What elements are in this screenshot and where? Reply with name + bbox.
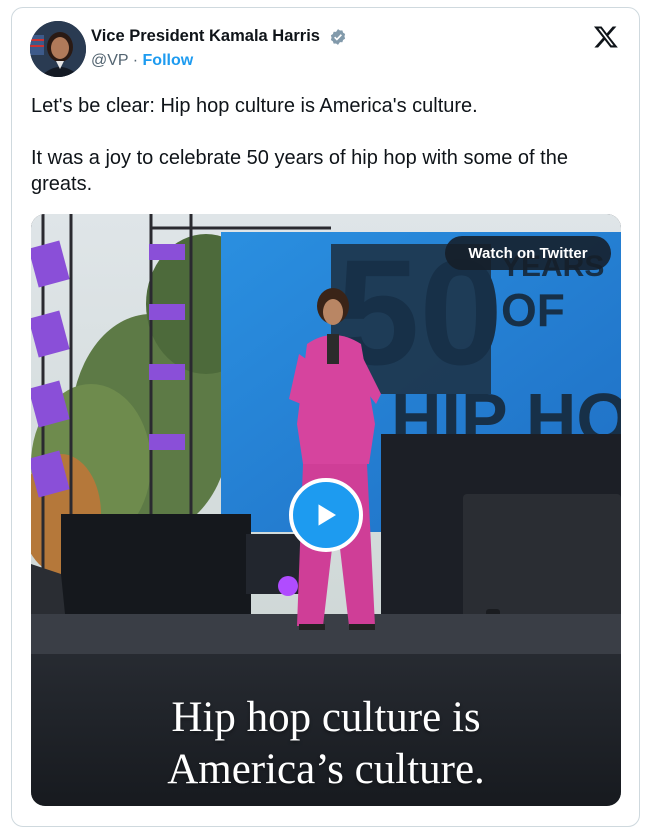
tweet-paragraph-2: It was a joy to celebrate 50 years of hi… [31,147,568,195]
banner-word-2: OF [501,284,565,336]
tweet-text: Let's be clear: Hip hop culture is Ameri… [31,93,621,197]
tweet-paragraph-1: Let's be clear: Hip hop culture is Ameri… [31,95,478,117]
x-logo-icon[interactable] [593,24,619,50]
verified-badge-icon [330,29,346,45]
play-icon [318,504,336,526]
play-button[interactable] [289,478,363,552]
handle-row: @VP · Follow [91,52,193,70]
video-player[interactable]: 50 YEARS OF HIP HO [31,214,621,806]
avatar[interactable] [30,21,86,77]
author-name[interactable]: Vice President Kamala Harris [91,27,320,46]
caption-line-2: America’s culture. [167,746,485,793]
video-caption: Hip hop culture is America’s culture. [31,692,621,796]
separator: · [132,52,139,69]
tweet-card[interactable]: Vice President Kamala Harris @VP · Follo… [11,7,640,827]
follow-button[interactable]: Follow [143,52,194,69]
caption-line-1: Hip hop culture is [171,694,481,741]
watch-on-twitter-button[interactable]: Watch on Twitter [445,236,611,270]
author-handle[interactable]: @VP [91,52,128,69]
